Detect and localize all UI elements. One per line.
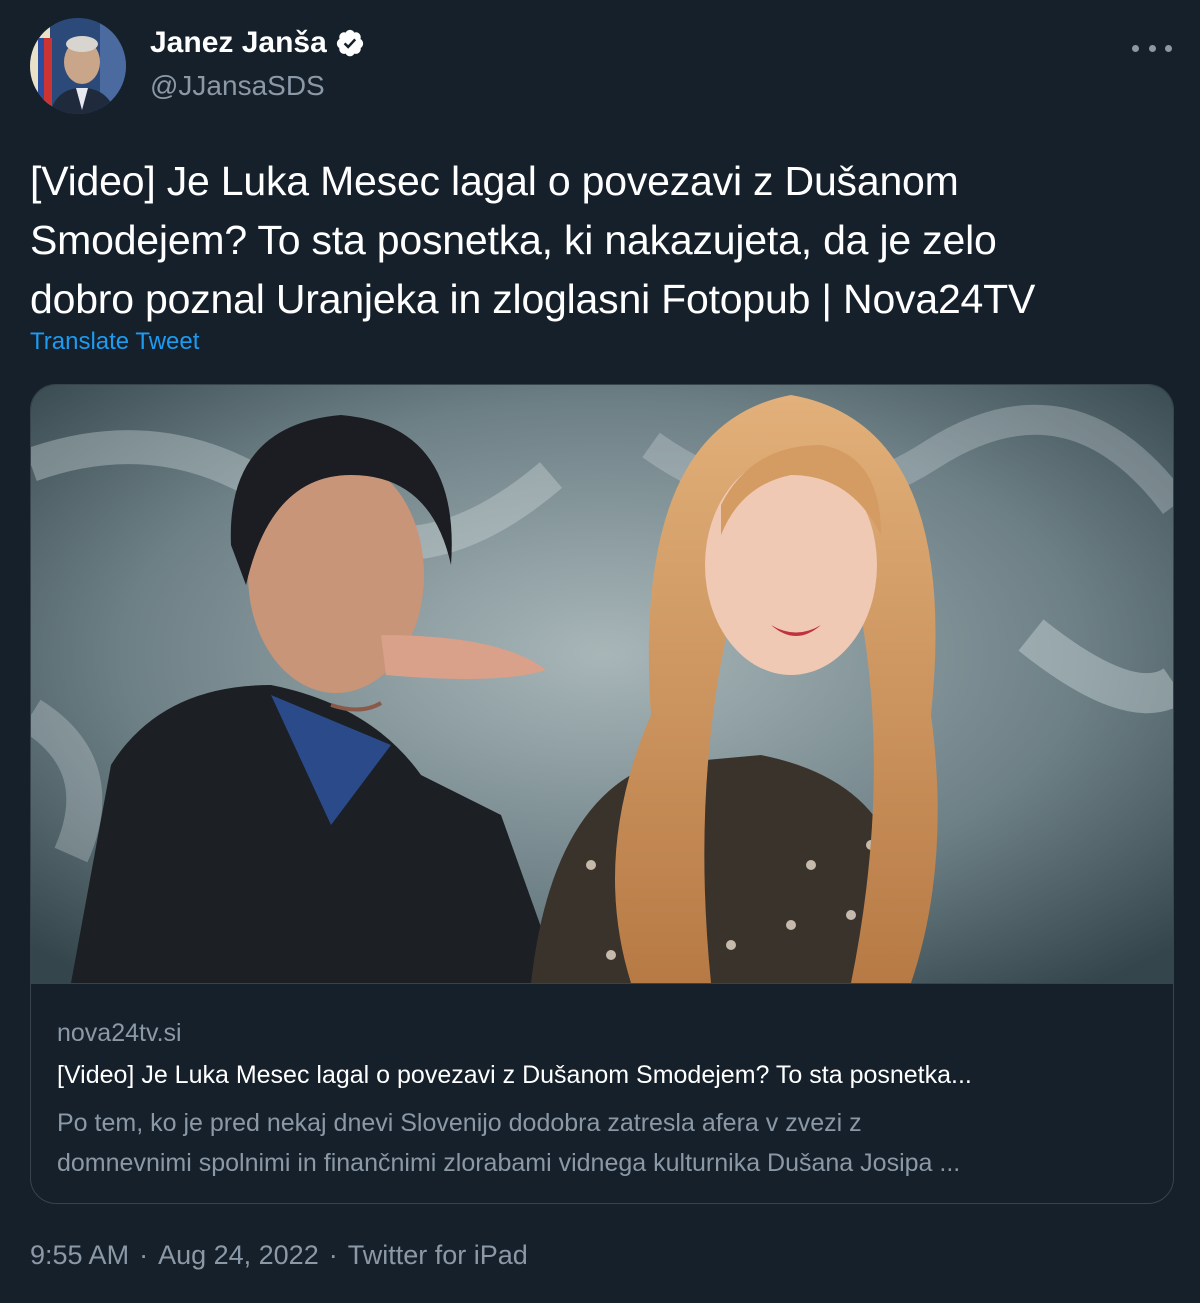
tweet-date[interactable]: Aug 24, 2022 [158,1240,319,1271]
translate-tweet-link[interactable]: Translate Tweet [30,328,199,356]
link-preview-card[interactable]: nova24tv.si [Video] Je Luka Mesec lagal … [30,384,1174,1204]
link-preview-image [31,385,1173,983]
author-name-row[interactable]: Janez Janša [150,26,365,60]
card-domain: nova24tv.si [57,1019,182,1047]
card-description-line: Po tem, ko je pred nekaj dnevi Slovenijo… [57,1109,862,1137]
tweet-text-line: dobro poznal Uranjeka in zloglasni Fotop… [30,276,1036,322]
meta-separator: · [139,1240,149,1270]
tweet-time[interactable]: 9:55 AM [30,1240,129,1271]
tweet-text-line: Smodejem? To sta posnetka, ki nakazujeta… [30,217,997,263]
verified-badge-icon [336,29,363,57]
tweet-source[interactable]: Twitter for iPad [348,1240,528,1271]
tweet-text-line: [Video] Je Luka Mesec lagal o povezavi z… [30,158,959,204]
card-description: Po tem, ko je pred nekaj dnevi Slovenijo… [57,1103,1147,1183]
avatar[interactable] [30,18,126,114]
avatar-photo [30,18,126,114]
tweet-text: [Video] Je Luka Mesec lagal o povezavi z… [30,152,1180,329]
card-title[interactable]: [Video] Je Luka Mesec lagal o povezavi z… [57,1061,1147,1090]
card-divider [31,983,1173,984]
tweet-meta: 9:55 AM · Aug 24, 2022 · Twitter for iPa… [30,1240,528,1271]
author-handle[interactable]: @JJansaSDS [150,70,325,102]
card-description-line: domnevnimi spolnimi in finančnimi zlorab… [57,1149,961,1177]
more-options-icon[interactable] [1132,36,1172,60]
meta-separator: · [328,1240,338,1270]
tweet-container: Janez Janša @JJansaSDS [Video] Je Luka M… [0,0,1200,1303]
display-name[interactable]: Janez Janša [150,26,327,60]
